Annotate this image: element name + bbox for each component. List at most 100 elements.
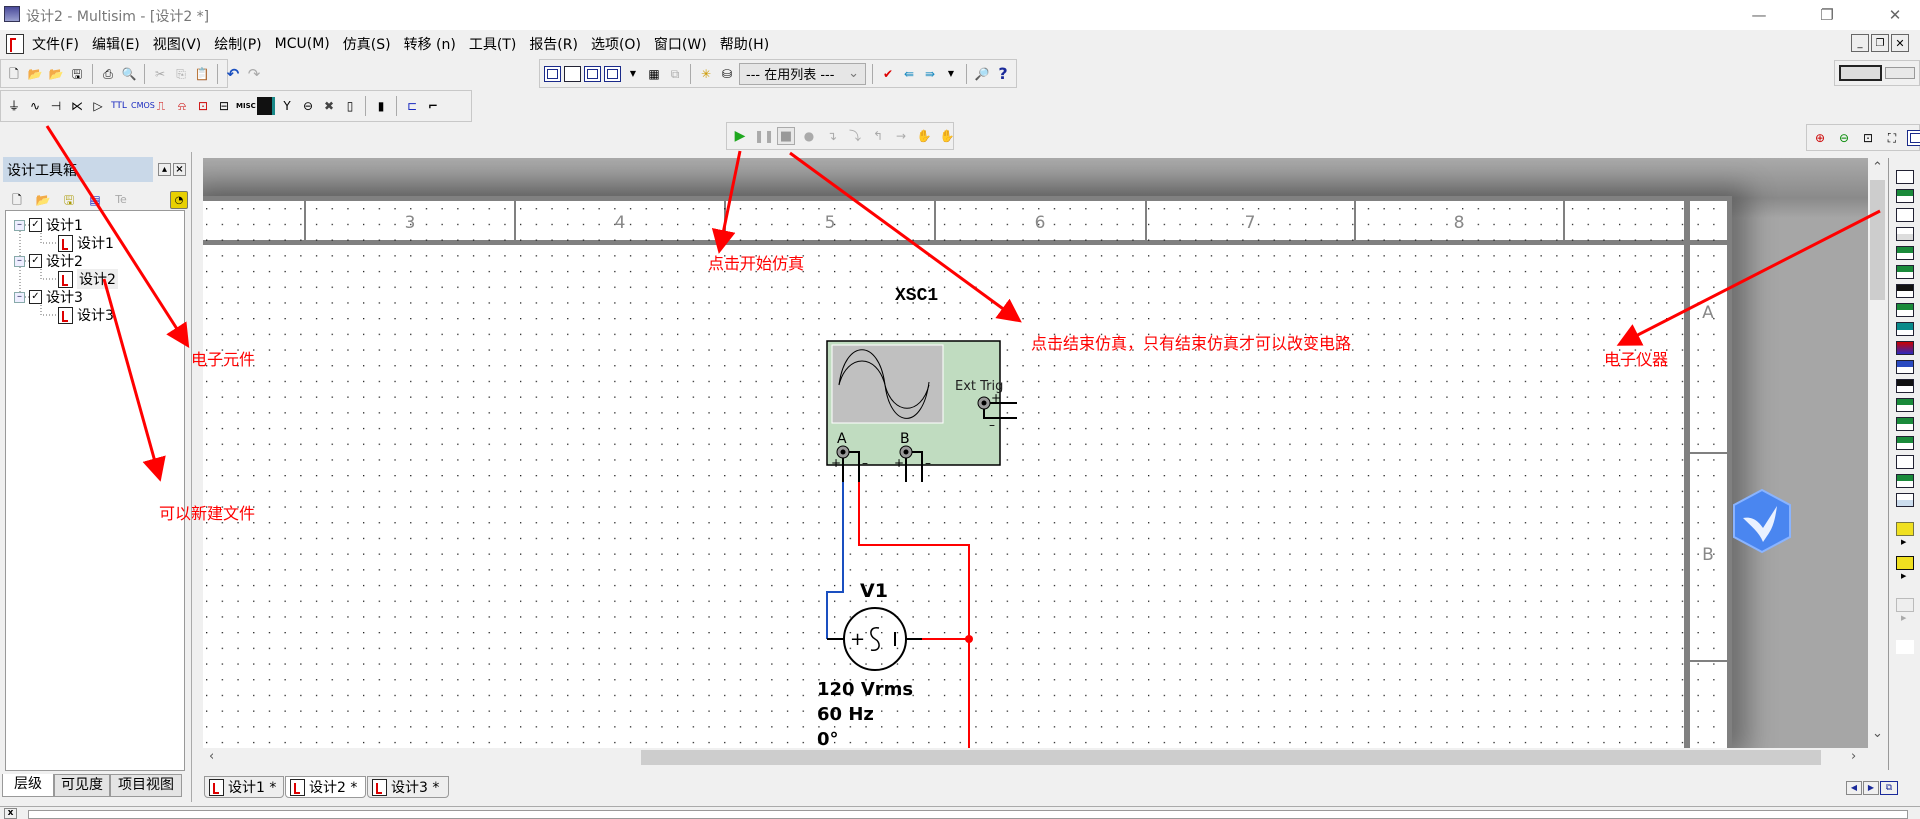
menu-transfer[interactable]: 转移 (n) xyxy=(404,34,456,54)
logic-converter-icon[interactable] xyxy=(1896,322,1914,336)
minimize-button[interactable]: — xyxy=(1736,0,1782,30)
pause-switch-icon[interactable] xyxy=(1885,67,1915,79)
design-toolbox-toggle-icon[interactable] xyxy=(544,65,561,82)
connector-component-icon[interactable]: ▯ xyxy=(341,97,359,115)
cmos-component-icon[interactable]: CMOS xyxy=(131,97,155,115)
distortion-analyzer-icon[interactable] xyxy=(1896,379,1914,393)
agilent-function-generator-icon[interactable] xyxy=(1896,436,1914,450)
power-component-icon[interactable] xyxy=(257,97,275,115)
vertical-scrollbar[interactable]: ⌃ ⌄ xyxy=(1868,158,1887,748)
spectrum-analyzer-icon[interactable] xyxy=(1896,398,1914,412)
indicator-component-icon[interactable]: ⊟ xyxy=(215,97,233,115)
electromechanical-icon[interactable]: ⊖ xyxy=(299,97,317,115)
tab-next-icon[interactable]: ▶ xyxy=(1863,781,1879,795)
pause-simulation-button[interactable]: ❚❚ xyxy=(754,127,774,145)
simulation-switch-icon[interactable] xyxy=(1839,65,1883,81)
forward-annotate-icon[interactable]: ⇛ xyxy=(921,65,939,83)
component-wizard-icon[interactable]: ✳ xyxy=(697,65,715,83)
tree-item-sheet2-selected[interactable]: 设计2 xyxy=(58,269,118,289)
document-icon[interactable] xyxy=(6,34,24,54)
agilent-multimeter-icon[interactable] xyxy=(1896,455,1914,469)
four-channel-oscilloscope-icon[interactable] xyxy=(1896,246,1914,260)
panel-float-button[interactable]: ▴ xyxy=(158,163,171,176)
redo-icon[interactable]: ↷ xyxy=(245,65,263,83)
annotate-dropdown-icon[interactable]: ▼ xyxy=(942,65,960,83)
collapse-icon[interactable]: – xyxy=(14,255,25,267)
step-out-icon[interactable]: ↰ xyxy=(869,127,887,145)
open-folder-icon[interactable]: 📂 xyxy=(26,65,44,83)
copy-icon[interactable]: ⎘ xyxy=(172,65,190,83)
logic-analyzer-icon[interactable] xyxy=(1896,341,1914,355)
tab-design3[interactable]: 设计3 * xyxy=(367,776,449,798)
tektronix-oscilloscope-icon[interactable] xyxy=(1896,493,1914,507)
labview-instrument-icon[interactable] xyxy=(1896,556,1914,570)
tree-item-sheet3[interactable]: 设计3 xyxy=(58,306,114,324)
tab-design2-active[interactable]: 设计2 * xyxy=(285,776,366,798)
menu-simulate[interactable]: 仿真(S) xyxy=(343,34,391,54)
tree-item-sheet1[interactable]: 设计1 xyxy=(58,234,114,252)
toggle-breakpoint-icon[interactable]: ✋ xyxy=(915,127,933,145)
close-button[interactable]: ✕ xyxy=(1872,0,1918,30)
measurement-probe-icon[interactable] xyxy=(1896,522,1914,536)
stop-simulation-button[interactable]: ■ xyxy=(777,127,795,145)
frequency-counter-icon[interactable] xyxy=(1896,284,1914,298)
menu-file[interactable]: 文件(F) xyxy=(32,34,79,54)
save-icon[interactable]: 🖫 xyxy=(68,65,86,83)
multimeter-icon[interactable] xyxy=(1896,170,1914,184)
source-component-icon[interactable]: ⏚ xyxy=(5,97,23,115)
paste-icon[interactable]: 📋 xyxy=(193,65,211,83)
agilent-oscilloscope-icon[interactable] xyxy=(1896,474,1914,488)
collapse-icon[interactable]: – xyxy=(14,219,25,231)
panel-close-button[interactable]: × xyxy=(173,163,186,176)
spreadsheet-view-icon[interactable] xyxy=(564,65,581,82)
undo-icon[interactable]: ↶ xyxy=(224,65,242,83)
new-design-icon[interactable]: 🗋 xyxy=(8,191,26,209)
tab-hierarchy[interactable]: 层级 xyxy=(2,774,54,797)
basic-component-icon[interactable]: ∿ xyxy=(26,97,44,115)
menu-help[interactable]: 帮助(H) xyxy=(720,34,769,54)
wattmeter-icon[interactable] xyxy=(1896,208,1914,222)
history-icon[interactable]: ◔ xyxy=(170,191,188,209)
tree-item-design1[interactable]: – ✓ 设计1 xyxy=(14,216,83,234)
parent-sheet-icon[interactable]: ⧉ xyxy=(666,65,684,83)
zoom-fit-icon[interactable]: ⛶ xyxy=(1883,129,1901,147)
open-design-icon[interactable]: 📂 xyxy=(34,191,52,209)
oscilloscope-icon[interactable] xyxy=(1896,227,1914,241)
step-into-icon[interactable]: ↴ xyxy=(823,127,841,145)
in-use-list-dropdown[interactable]: --- 在用列表 --- ⌄ xyxy=(739,62,866,85)
labview-dropdown-icon[interactable]: ▶ xyxy=(1901,572,1906,580)
zoom-area-icon[interactable]: ⊡ xyxy=(1859,129,1877,147)
open-sample-icon[interactable]: 📂 xyxy=(47,65,65,83)
word-generator-icon[interactable] xyxy=(1896,303,1914,317)
network-analyzer-icon[interactable] xyxy=(1896,417,1914,431)
horizontal-scrollbar[interactable]: ‹ › xyxy=(203,748,1868,767)
run-simulation-button[interactable]: ▶ xyxy=(731,127,749,145)
bus-icon[interactable]: ⌐ xyxy=(424,97,442,115)
new-file-icon[interactable]: 🗋 xyxy=(5,65,23,83)
vertical-scroll-thumb[interactable] xyxy=(1870,180,1885,300)
scroll-up-icon[interactable]: ⌃ xyxy=(1872,160,1883,175)
mdi-close-button[interactable]: ✕ xyxy=(1891,34,1909,52)
hierarchical-block-icon[interactable]: ⊏ xyxy=(403,97,421,115)
tile-windows-icon[interactable]: ⧉ xyxy=(1880,781,1898,795)
ni-elvis-dropdown-icon[interactable]: ▶ xyxy=(1901,614,1906,622)
close-design-icon[interactable]: ▤ xyxy=(86,191,104,209)
mdi-restore-button[interactable]: ❐ xyxy=(1871,34,1889,52)
rf-component-icon[interactable]: Y xyxy=(278,97,296,115)
analog-component-icon[interactable]: ▷ xyxy=(89,97,107,115)
current-probe-icon[interactable] xyxy=(1896,640,1914,654)
template-icon[interactable]: Te xyxy=(112,191,130,209)
diode-component-icon[interactable]: ⊣ xyxy=(47,97,65,115)
probe-dropdown-icon[interactable]: ▶ xyxy=(1901,538,1906,546)
sim-components-icon[interactable] xyxy=(584,65,601,82)
transistor-component-icon[interactable]: ⋉ xyxy=(68,97,86,115)
menu-place[interactable]: 绘制(P) xyxy=(214,34,261,54)
grapher-icon[interactable] xyxy=(604,65,621,82)
full-screen-icon[interactable] xyxy=(1907,129,1920,146)
floating-bird-widget-icon[interactable] xyxy=(1729,488,1795,554)
mcu-component-icon[interactable]: ⎍ xyxy=(152,97,170,115)
bode-plotter-icon[interactable] xyxy=(1896,265,1914,279)
collapse-icon[interactable]: – xyxy=(14,291,25,303)
help-icon[interactable]: ? xyxy=(994,64,1012,83)
function-generator-icon[interactable] xyxy=(1896,189,1914,203)
